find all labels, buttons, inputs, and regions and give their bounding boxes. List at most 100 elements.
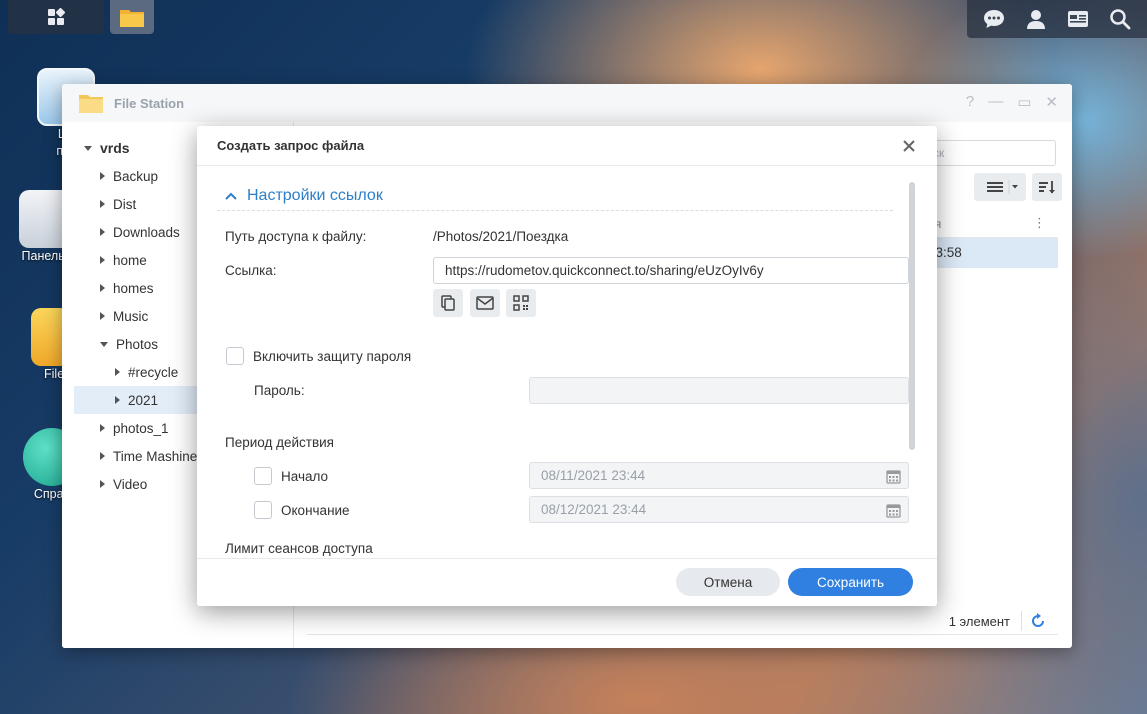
minimize-icon[interactable]: — (988, 93, 1003, 111)
more-vertical-icon[interactable]: ⋮ (1033, 215, 1046, 231)
item-count: 1 элемент (948, 614, 1010, 629)
tree-item-label: vrds (100, 140, 130, 156)
refresh-button[interactable] (1030, 613, 1046, 632)
view-mode-button[interactable] (974, 173, 1026, 201)
chevron-right-icon[interactable] (100, 172, 105, 180)
end-date-checkbox[interactable] (254, 501, 272, 519)
password-label: Пароль: (254, 383, 305, 398)
table-row[interactable]: 43:58 (928, 238, 1058, 268)
sort-icon (1039, 181, 1055, 194)
copy-icon (441, 295, 455, 311)
link-field[interactable]: https://rudometov.quickconnect.to/sharin… (433, 257, 909, 284)
start-date-field[interactable]: 08/11/2021 23:44 (529, 462, 909, 489)
tree-item-label: 2021 (128, 392, 159, 408)
path-value: /Photos/2021/Поездка (433, 229, 569, 244)
qr-code-icon (513, 295, 529, 311)
chat-icon (984, 10, 1004, 28)
chevron-up-icon (225, 192, 237, 200)
help-icon[interactable]: ? (966, 93, 974, 111)
start-date-value: 08/11/2021 23:44 (541, 468, 646, 483)
chevron-right-icon[interactable] (100, 452, 105, 460)
taskbar-file-station-button[interactable] (110, 0, 154, 34)
link-label: Ссылка: (225, 263, 277, 278)
user-button[interactable] (1024, 7, 1048, 31)
dialog-footer: Отмена Сохранить (197, 558, 937, 606)
tree-item-label: Backup (113, 168, 159, 184)
close-button[interactable] (901, 138, 917, 154)
user-icon (1027, 10, 1045, 29)
dialog-title: Создать запрос файла (217, 138, 365, 153)
chevron-right-icon[interactable] (100, 256, 105, 264)
taskbar-right (967, 0, 1147, 38)
start-date-checkbox[interactable] (254, 467, 272, 485)
chevron-right-icon[interactable] (115, 368, 120, 376)
dialog-header[interactable]: Создать запрос файла (197, 126, 937, 166)
password-field[interactable] (529, 377, 909, 404)
dialog-body: Настройки ссылок Путь доступа к файлу: /… (197, 167, 937, 557)
folder-icon (79, 95, 103, 113)
link-settings-section-toggle[interactable]: Настройки ссылок (217, 181, 893, 211)
window-title: File Station (114, 95, 185, 111)
period-label: Период действия (225, 435, 334, 450)
chevron-right-icon[interactable] (100, 284, 105, 292)
chevron-down-icon[interactable] (100, 341, 108, 347)
chevron-down-icon[interactable] (84, 145, 92, 151)
search-icon (1110, 9, 1131, 30)
tree-item-label: Video (113, 476, 148, 492)
status-separator (1021, 611, 1022, 631)
file-station-titlebar[interactable]: File Station (62, 84, 1072, 122)
taskbar-left (0, 0, 154, 36)
tree-item-label: Dist (113, 196, 137, 212)
session-limit-label: Лимит сеансов доступа (225, 541, 373, 556)
column-header[interactable]: ия ⋮ (928, 208, 1058, 238)
widgets-icon (1068, 11, 1088, 27)
tree-item-label: homes (113, 280, 154, 296)
chevron-right-icon[interactable] (115, 396, 120, 404)
email-link-button[interactable] (470, 289, 500, 317)
search-button[interactable] (1108, 7, 1132, 31)
end-label: Окончание (281, 503, 350, 518)
grid-icon (48, 7, 66, 25)
path-label: Путь доступа к файлу: (225, 229, 367, 244)
end-date-field[interactable]: 08/12/2021 23:44 (529, 496, 909, 523)
chat-button[interactable] (982, 7, 1006, 31)
save-button[interactable]: Сохранить (788, 568, 913, 596)
window-controls: ? — ▭ ✕ (966, 93, 1058, 111)
chevron-right-icon[interactable] (100, 312, 105, 320)
calendar-icon[interactable] (886, 503, 901, 518)
start-label: Начало (281, 469, 329, 484)
close-icon (903, 140, 915, 152)
folder-icon (120, 10, 144, 27)
password-protect-label: Включить защиту пароля (253, 349, 412, 364)
refresh-icon (1032, 613, 1044, 627)
copy-link-button[interactable] (433, 289, 463, 317)
main-menu-button[interactable] (8, 0, 104, 34)
tree-item-label: Downloads (113, 224, 180, 240)
chevron-right-icon[interactable] (100, 228, 105, 236)
tree-item-label: Music (113, 308, 149, 324)
tree-item-label: Time Mashine (113, 448, 198, 464)
view-toolbar (974, 173, 1062, 201)
chevron-right-icon[interactable] (100, 480, 105, 488)
chevron-right-icon[interactable] (100, 200, 105, 208)
search-input[interactable]: ск (932, 140, 1056, 166)
tree-item-label: #recycle (128, 364, 179, 380)
close-icon[interactable]: ✕ (1045, 93, 1058, 111)
qr-code-button[interactable] (506, 289, 536, 317)
dialog-scrollbar[interactable] (909, 182, 915, 450)
calendar-icon[interactable] (886, 469, 901, 484)
sort-button[interactable] (1032, 173, 1062, 201)
section-title: Настройки ссылок (247, 186, 383, 204)
tree-item-label: home (113, 252, 147, 268)
mail-icon (476, 296, 494, 310)
cancel-button[interactable]: Отмена (676, 568, 780, 596)
link-value: https://rudometov.quickconnect.to/sharin… (445, 263, 764, 278)
chevron-right-icon[interactable] (100, 424, 105, 432)
status-divider (307, 634, 1058, 635)
maximize-icon[interactable]: ▭ (1017, 93, 1031, 111)
tree-item-label: photos_1 (113, 420, 169, 436)
widgets-button[interactable] (1066, 7, 1090, 31)
password-protect-checkbox[interactable] (226, 347, 244, 365)
create-file-request-dialog: Создать запрос файла Настройки ссылок Пу… (197, 126, 937, 606)
list-icon (987, 180, 1018, 194)
